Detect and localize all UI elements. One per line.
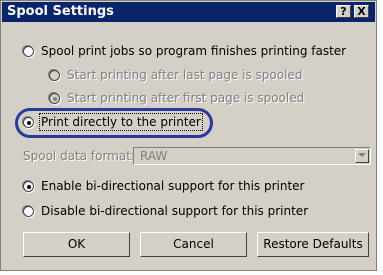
spool-format-select[interactable]: RAW	[133, 147, 371, 165]
radio-disable-bidi-label: Disable bi-directional support for this …	[41, 204, 309, 218]
radio-circle-icon	[23, 206, 34, 217]
chevron-down-icon	[358, 153, 366, 157]
ok-button[interactable]: OK	[23, 232, 130, 257]
help-button[interactable]: ?	[336, 5, 351, 18]
window-title: Spool Settings	[7, 4, 114, 19]
radio-dot-icon	[27, 185, 31, 189]
radio-spool-jobs-label: Spool print jobs so program finishes pri…	[41, 44, 347, 58]
spool-settings-dialog: Spool Settings ? X Spool print jobs so p…	[0, 0, 377, 271]
restore-defaults-button[interactable]: Restore Defaults	[257, 232, 369, 257]
radio-circle-icon	[49, 93, 60, 104]
radio-start-after-first-page-label: Start printing after first page is spool…	[67, 91, 305, 105]
title-bar[interactable]: Spool Settings ? X	[2, 2, 375, 22]
spool-format-value: RAW	[140, 149, 168, 163]
radio-start-after-last-page-label: Start printing after last page is spoole…	[67, 68, 303, 82]
cancel-button[interactable]: Cancel	[140, 232, 247, 257]
radio-dot-icon	[27, 121, 31, 125]
radio-circle-icon	[23, 117, 34, 128]
radio-circle-icon	[49, 70, 60, 81]
radio-dot-icon	[53, 97, 57, 101]
radio-enable-bidi-label: Enable bi-directional support for this p…	[41, 179, 305, 193]
radio-print-directly-label: Print directly to the printer	[39, 113, 203, 131]
radio-circle-icon	[23, 181, 34, 192]
radio-circle-icon	[23, 46, 34, 57]
close-button[interactable]: X	[354, 5, 369, 18]
spool-format-label: Spool data format:	[23, 149, 135, 163]
dropdown-button[interactable]	[355, 149, 369, 163]
